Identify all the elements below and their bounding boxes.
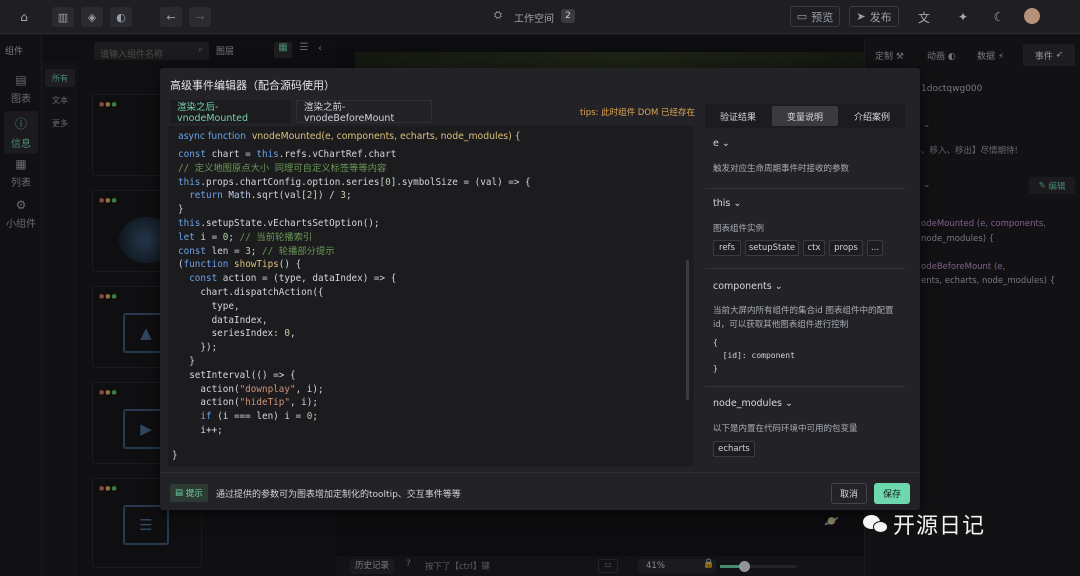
chip-setupstate: setupState bbox=[745, 240, 799, 256]
tab-variables[interactable]: 变量说明 bbox=[772, 106, 838, 126]
event-editor-dialog: 高级事件编辑器（配合源码使用） 渲染之后-vnodeMounted 渲染之前-v… bbox=[160, 68, 920, 510]
config-toggle-icon[interactable]: ◐ bbox=[110, 7, 132, 27]
dialog-footer: ▤ 提示 通过提供的参数可为图表增加定制化的tooltip、交互事件等等 取消 … bbox=[160, 472, 920, 510]
section-this-title[interactable]: this ⌄ bbox=[713, 198, 741, 209]
redo-icon[interactable]: → bbox=[189, 7, 211, 27]
code-editor[interactable]: async function vnodeMounted(e, component… bbox=[168, 126, 694, 466]
tips-text: tips: 此时组件 DOM 已经存在 bbox=[580, 108, 696, 118]
top-bar: ⌂ ▥ ◈ ◐ ← → ⛭ 工作空间 2 ▭ 预览 ➤ 发布 文 ✦ ☾ bbox=[0, 0, 1080, 34]
wechat-logo-icon bbox=[863, 513, 889, 535]
code-scrollbar[interactable] bbox=[686, 260, 689, 400]
section-node-modules-title[interactable]: node_modules ⌄ bbox=[713, 398, 793, 409]
function-signature: async function vnodeMounted(e, component… bbox=[178, 131, 521, 142]
code-body: const chart = this.refs.vChartRef.chart … bbox=[178, 149, 531, 436]
chevron-down-icon: ⌄ bbox=[733, 198, 742, 209]
chart-panel-icon[interactable]: ▥ bbox=[52, 7, 74, 27]
divider bbox=[705, 188, 905, 189]
section-e-desc: 触发对应生命周期事件时接收的参数 bbox=[713, 164, 850, 174]
hint-text: 通过提供的参数可为图表增加定制化的tooltip、交互事件等等 bbox=[216, 490, 461, 500]
chip-echarts: echarts bbox=[713, 441, 755, 457]
chip-props: props bbox=[829, 240, 863, 256]
undo-icon[interactable]: ← bbox=[160, 7, 182, 27]
section-e-title[interactable]: e ⌄ bbox=[713, 138, 730, 149]
section-components-desc: 当前大屏内所有组件的集合id 图表组件中的配置id，可以获取其他图表组件进行控制 bbox=[713, 306, 894, 330]
home-icon[interactable]: ⌂ bbox=[14, 7, 34, 27]
dark-mode-icon[interactable]: ☾ bbox=[989, 7, 1009, 27]
preview-icon: ▭ bbox=[796, 10, 808, 23]
section-this-desc: 图表组件实例 bbox=[713, 224, 765, 234]
tab-examples[interactable]: 介绍案例 bbox=[839, 104, 905, 128]
chevron-down-icon: ⌄ bbox=[721, 138, 730, 149]
chevron-down-icon: ⌄ bbox=[785, 398, 794, 409]
workspace-count-badge: 2 bbox=[561, 9, 575, 23]
chip-refs: refs bbox=[713, 240, 741, 256]
code-closing-brace: } bbox=[172, 450, 178, 461]
publish-button[interactable]: ➤ 发布 bbox=[849, 6, 899, 27]
workspace-label: 工作空间 bbox=[514, 14, 554, 25]
section-components-title[interactable]: components ⌄ bbox=[713, 281, 783, 292]
save-button[interactable]: 保存 bbox=[874, 483, 910, 504]
dialog-title: 高级事件编辑器（配合源码使用） bbox=[170, 79, 335, 92]
cancel-button[interactable]: 取消 bbox=[831, 483, 867, 504]
hint-tag: ▤ 提示 bbox=[170, 484, 208, 502]
tab-vnode-before-mount[interactable]: 渲染之前-vnodeBeforeMount bbox=[296, 100, 432, 124]
chip-more: ... bbox=[867, 240, 883, 256]
tab-vnode-mounted[interactable]: 渲染之后-vnodeMounted bbox=[170, 100, 290, 124]
divider bbox=[705, 268, 905, 269]
send-icon: ➤ bbox=[856, 10, 866, 23]
language-icon[interactable]: 文 bbox=[914, 7, 934, 27]
section-node-modules-desc: 以下是内置在代码环境中可用的包变量 bbox=[713, 424, 858, 434]
workspace-icon: ⛭ bbox=[494, 10, 502, 21]
layers-toggle-icon[interactable]: ◈ bbox=[81, 7, 103, 27]
theme-color-icon[interactable]: ✦ bbox=[953, 7, 973, 27]
chip-ctx: ctx bbox=[803, 240, 825, 256]
tab-validation[interactable]: 验证结果 bbox=[705, 104, 771, 128]
chevron-down-icon: ⌄ bbox=[774, 281, 783, 292]
watermark-text: 开源日记 bbox=[893, 514, 986, 539]
divider bbox=[705, 386, 905, 387]
variables-panel: 验证结果 变量说明 介绍案例 e ⌄ 触发对应生命周期事件时接收的参数 this… bbox=[705, 104, 910, 464]
avatar[interactable] bbox=[1024, 8, 1040, 24]
preview-button[interactable]: ▭ 预览 bbox=[790, 6, 840, 27]
components-code: { [id]: component} bbox=[713, 338, 795, 373]
document-icon: ▤ bbox=[175, 488, 184, 498]
